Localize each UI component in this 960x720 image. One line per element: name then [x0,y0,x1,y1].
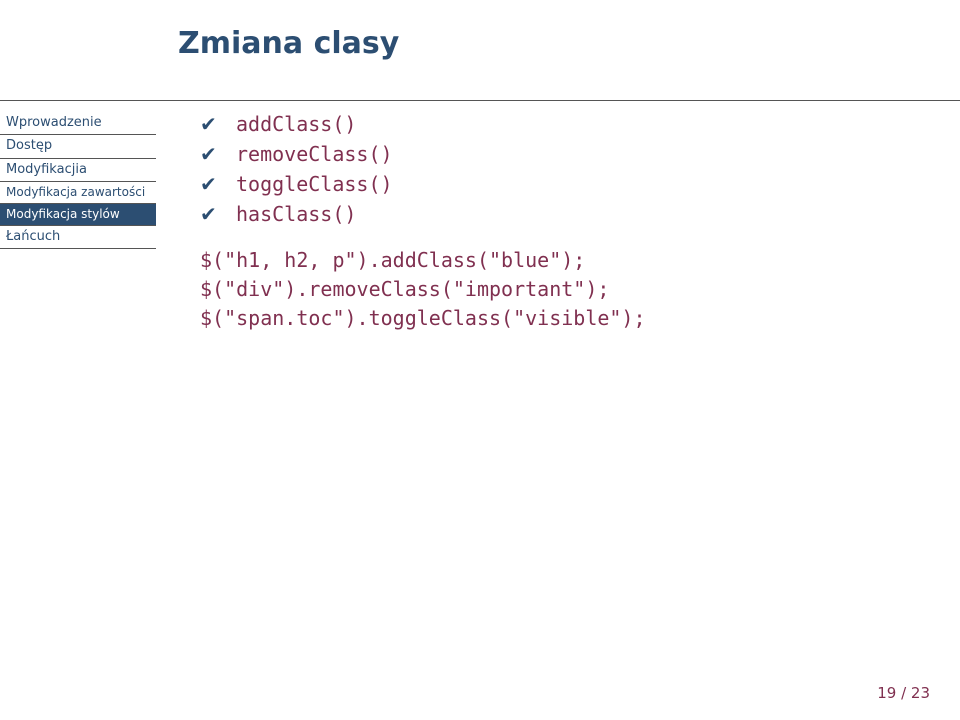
bullet-item: ✔ toggleClass() [200,172,920,196]
code-line: $("span.toc").toggleClass("visible"); [200,306,646,330]
bullet-text: removeClass() [236,142,393,166]
nav-item-dostep[interactable]: Dostęp [0,135,156,158]
code-line: $("div").removeClass("important"); [200,277,609,301]
code-block: $("h1, h2, p").addClass("blue"); $("div"… [200,246,920,333]
bullet-item: ✔ addClass() [200,112,920,136]
slide-content: ✔ addClass() ✔ removeClass() ✔ toggleCla… [200,112,920,333]
title-rule [0,100,960,101]
bullet-item: ✔ removeClass() [200,142,920,166]
bullet-item: ✔ hasClass() [200,202,920,226]
slide: Zmiana clasy Wprowadzenie Dostęp Modyfik… [0,0,960,720]
nav-item-wprowadzenie[interactable]: Wprowadzenie [0,112,156,135]
bullet-text: toggleClass() [236,172,393,196]
slide-title: Zmiana clasy [178,26,399,61]
nav-item-modyfikacja-stylow[interactable]: Modyfikacja stylów [0,204,156,226]
check-icon: ✔ [200,142,236,166]
nav-item-modyfikacja-zawartosci[interactable]: Modyfikacja zawartości [0,182,156,204]
page-counter: 19 / 23 [877,684,930,702]
code-line: $("h1, h2, p").addClass("blue"); [200,248,585,272]
bullet-text: hasClass() [236,202,356,226]
bullet-text: addClass() [236,112,356,136]
check-icon: ✔ [200,202,236,226]
check-icon: ✔ [200,112,236,136]
check-icon: ✔ [200,172,236,196]
sidebar-nav: Wprowadzenie Dostęp Modyfikacjia Modyfik… [0,112,168,249]
nav-item-lancuch[interactable]: Łańcuch [0,226,156,249]
nav-item-modyfikacjia[interactable]: Modyfikacjia [0,159,156,182]
